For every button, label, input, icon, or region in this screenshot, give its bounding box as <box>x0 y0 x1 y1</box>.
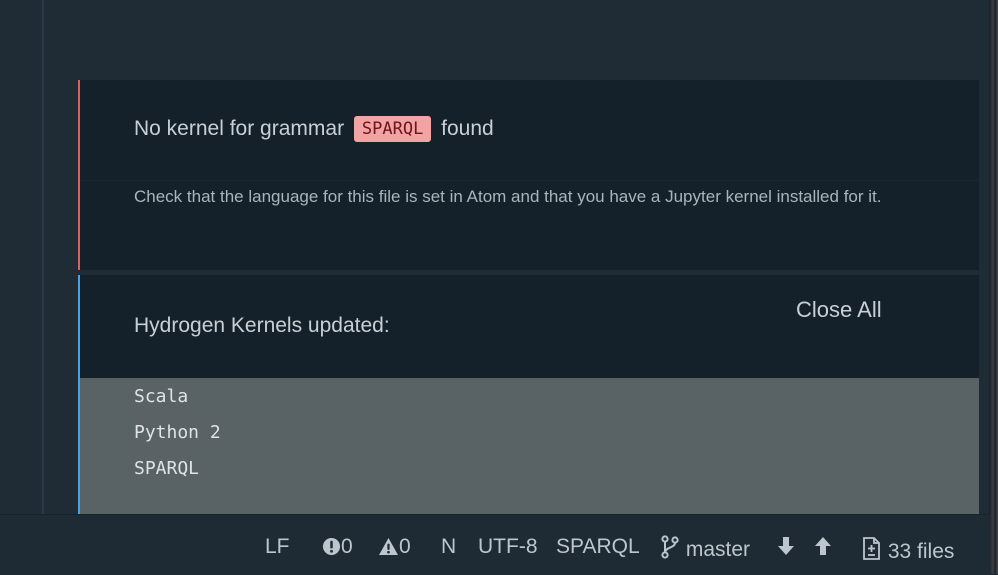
list-item: SPARQL <box>134 458 200 479</box>
error-notification: No kernel for grammar SPARQL found Check… <box>78 80 979 270</box>
n-indicator[interactable]: N <box>441 535 456 559</box>
line-ending-indicator[interactable]: LF <box>265 535 290 559</box>
status-bar: LF 0 0 N UTF-8 SPARQL master 33 files <box>0 514 990 575</box>
error-icon <box>322 537 341 556</box>
info-notification: Hydrogen Kernels updated: Close All Scal… <box>78 275 979 518</box>
editor-gutter-divider <box>42 0 44 514</box>
close-all-button[interactable]: Close All <box>796 297 882 323</box>
changed-files-count: 33 files <box>887 540 955 563</box>
git-branch-indicator[interactable]: master <box>660 535 750 562</box>
git-branch-name: master <box>685 538 751 561</box>
file-diff-icon <box>863 537 880 560</box>
grammar-badge: SPARQL <box>353 116 432 142</box>
title-suffix: found <box>441 117 494 140</box>
list-item: Python 2 <box>134 422 221 443</box>
kernel-list: Scala Python 2 SPARQL <box>80 378 979 518</box>
git-pull-button[interactable] <box>777 535 795 559</box>
arrow-up-icon <box>815 537 831 555</box>
encoding-indicator[interactable]: UTF-8 <box>478 535 538 559</box>
error-notification-description: Check that the language for this file is… <box>134 187 882 206</box>
error-count: 0 <box>341 535 353 558</box>
notification-divider <box>80 180 979 181</box>
warning-count: 0 <box>399 535 411 558</box>
info-notification-title: Hydrogen Kernels updated: <box>134 314 390 337</box>
warning-icon <box>379 537 398 556</box>
file-diff-indicator[interactable]: 33 files <box>860 535 954 564</box>
grammar-indicator[interactable]: SPARQL <box>556 535 640 559</box>
error-count-indicator[interactable]: 0 <box>322 535 353 559</box>
git-push-button[interactable] <box>814 535 832 559</box>
warning-count-indicator[interactable]: 0 <box>378 535 411 559</box>
arrow-down-icon <box>778 537 794 555</box>
list-item: Scala <box>134 386 189 407</box>
window-edge <box>989 0 998 574</box>
title-prefix: No kernel for grammar <box>134 117 345 140</box>
git-branch-icon <box>661 535 679 559</box>
error-notification-title: No kernel for grammar SPARQL found <box>134 116 494 142</box>
